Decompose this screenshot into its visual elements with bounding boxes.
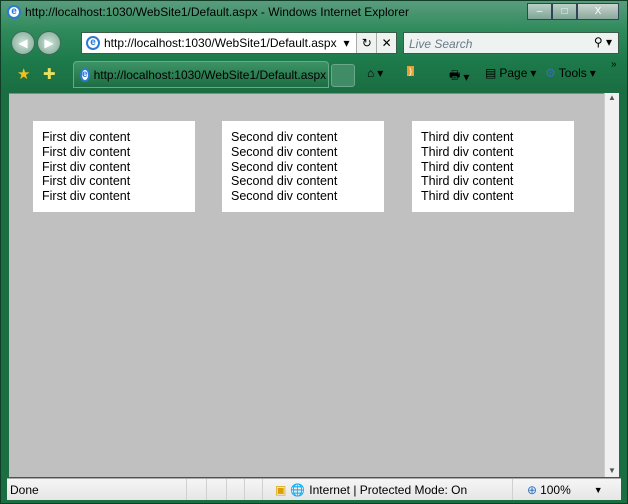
search-icon[interactable]: ⚲ ▾ [594,35,612,49]
vertical-scrollbar[interactable]: ▲ ▼ [604,93,619,477]
address-dropdown-icon[interactable]: ▾ [336,33,357,53]
zoom-dropdown-icon[interactable]: ▼ [594,485,603,495]
security-zone[interactable]: Internet | Protected Mode: On [309,483,467,497]
status-bar: Done ▣ 🌐 Internet | Protected Mode: On ⊕… [7,478,621,500]
content-div-first: First div content First div content First … [33,121,195,212]
back-button[interactable]: ◀ [11,31,35,55]
zoom-icon: ⊕ [527,482,538,497]
scroll-up-arrow[interactable]: ▲ [605,93,619,102]
add-favorites-icon[interactable]: ✚ [43,65,56,83]
content-div-third: Third div content Third div content Third … [412,121,574,212]
line: Second div content [231,144,338,159]
window-title: http://localhost:1030/WebSite1/Default.a… [25,5,409,19]
page-menu[interactable]: ▤ Page ▾ [485,66,536,80]
status-text: Done [7,479,187,500]
line: First div content [42,174,131,189]
scroll-down-arrow[interactable]: ▼ [605,466,619,475]
tools-menu[interactable]: ⚙ Tools ▾ [545,66,596,80]
tab-label: http://localhost:1030/WebSite1/Default.a… [93,67,327,82]
tools-label: Tools [558,66,587,80]
line: Third div content [421,130,514,144]
stop-button[interactable]: ✕ [376,33,397,53]
line: Second div content [231,130,338,144]
close-button[interactable]: X [577,3,619,20]
line: Third div content [421,174,514,189]
ie-logo-icon: e [7,5,21,19]
new-tab-button[interactable] [331,64,355,87]
browser-window: e http://localhost:1030/WebSite1/Default.… [0,0,628,504]
zoom-level: 100% [540,482,571,497]
chevron-more-icon[interactable]: » [611,59,617,70]
print-button[interactable]: 🖶 ▾ [449,66,469,87]
printer-icon: 🖶 [449,68,461,82]
home-button[interactable]: ⌂ ▾ [367,66,383,80]
globe-icon: 🌐 [290,482,306,497]
content-div-second: Second div content Second div content Seco… [222,121,384,212]
line: First div content [42,130,131,144]
line: Third div content [421,144,514,159]
search-box[interactable]: Live Search ⚲ ▾ [403,32,619,54]
line: First div content [42,144,131,159]
page-icon: ▤ [485,66,497,80]
line: Third div content [421,189,514,204]
line: Third div content [421,159,514,174]
search-input[interactable]: Live Search [409,37,472,51]
home-icon: ⌂ [367,66,375,80]
line: Second div content [231,159,338,174]
page-icon: e [86,36,100,50]
tab-default[interactable]: e http://localhost:1030/WebSite1/Default.… [73,61,329,88]
maximize-button[interactable]: □ [552,3,577,20]
refresh-button[interactable]: ↻ [356,33,377,53]
feeds-button[interactable]: ) [407,66,414,76]
popup-blocked-icon[interactable]: ▣ [275,483,286,497]
gear-icon: ⚙ [545,66,556,80]
minimize-button[interactable]: – [527,3,552,20]
page-label: Page [499,66,528,80]
line: First div content [42,189,131,204]
address-bar[interactable]: e http://localhost:1030/WebSite1/Default.… [81,32,397,54]
title-bar: e http://localhost:1030/WebSite1/Default.… [7,5,409,19]
line: First div content [42,159,131,174]
zoom-control[interactable]: ⊕ 100% ▼ [513,483,603,497]
page-content: First div content First div content First … [9,93,604,477]
address-input[interactable]: http://localhost:1030/WebSite1/Default.a… [104,36,337,50]
rss-icon: ) [407,66,414,76]
line: Second div content [231,189,338,204]
favorites-star-icon[interactable]: ★ [17,65,30,83]
forward-button[interactable]: ▶ [37,31,61,55]
tab-ie-icon: e [80,67,90,82]
line: Second div content [231,174,338,189]
